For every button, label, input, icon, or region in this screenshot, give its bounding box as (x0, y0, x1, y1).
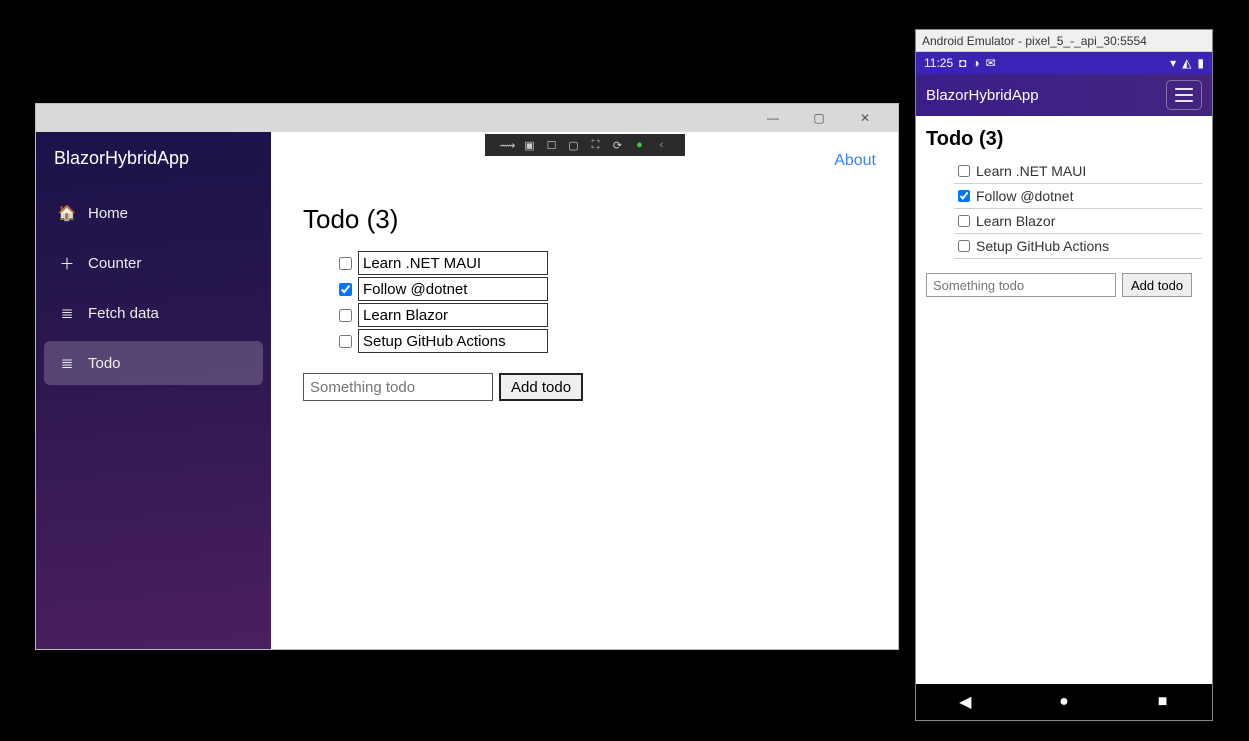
todo-row (335, 329, 898, 353)
android-back-button[interactable]: ◀ (950, 692, 980, 712)
wifi-icon: ▾ (1170, 56, 1176, 70)
app-title: BlazorHybridApp (36, 132, 271, 191)
status-time: 11:25 (924, 56, 953, 70)
about-link[interactable]: About (834, 152, 876, 169)
mobile-page-title: Todo (3) (926, 128, 1202, 151)
mobile-todo-checkbox[interactable] (958, 165, 970, 177)
todo-list (303, 251, 898, 353)
page-title: Todo (3) (303, 204, 898, 235)
android-home-button[interactable]: ● (1049, 693, 1079, 711)
sidebar-item-label: Counter (88, 255, 141, 272)
main-content-area: ⟿ ▣ ☐ ▢ ⛶ ⟳ ● ‹ About Todo (3) Add todo (271, 132, 898, 649)
mobile-todo-list: Learn .NET MAUI Follow @dotnet Learn Blazo… (926, 159, 1202, 259)
mobile-todo-checkbox[interactable] (958, 240, 970, 252)
todo-checkbox[interactable] (339, 257, 352, 270)
sidebar-item-counter[interactable]: ＋ Counter (44, 241, 263, 285)
sidebar: BlazorHybridApp 🏠 Home ＋ Counter ≣ Fetch data… (36, 132, 271, 649)
mobile-todo-checkbox[interactable] (958, 215, 970, 227)
window-maximize-button[interactable]: ▢ (796, 104, 842, 132)
mobile-todo-checkbox[interactable] (958, 190, 970, 202)
mobile-app-title: BlazorHybridApp (926, 87, 1039, 104)
mobile-todo-row: Follow @dotnet (954, 184, 1202, 209)
android-recent-button[interactable]: ■ (1148, 693, 1178, 711)
mobile-todo-label: Setup GitHub Actions (976, 238, 1109, 254)
todo-row (335, 251, 898, 275)
todo-row (335, 303, 898, 327)
window-close-button[interactable]: ✕ (842, 104, 888, 132)
sidebar-item-label: Home (88, 205, 128, 222)
mobile-add-row: Add todo (926, 273, 1202, 297)
android-status-bar: 11:25 ◘ ◑ ✉ ▾ ◭ ▮ (916, 52, 1212, 74)
dev-toolbar[interactable]: ⟿ ▣ ☐ ▢ ⛶ ⟳ ● ‹ (485, 134, 685, 156)
desktop-window: — ▢ ✕ BlazorHybridApp 🏠 Home ＋ Counter ≣ Fetc… (36, 104, 898, 649)
todo-text-input[interactable] (358, 251, 548, 275)
dev-reload-icon[interactable]: ⟳ (611, 138, 625, 152)
sidebar-item-counter-icon: ＋ (56, 253, 78, 274)
dev-screen-icon[interactable]: ☐ (545, 138, 559, 152)
signal-icon: ◭ (1182, 56, 1191, 70)
mobile-todo-row: Setup GitHub Actions (954, 234, 1202, 259)
emulator-titlebar: Android Emulator - pixel_5_-_api_30:5554 (916, 30, 1212, 52)
android-emulator-window: Android Emulator - pixel_5_-_api_30:5554… (916, 30, 1212, 720)
status-icon: ◑ (972, 56, 979, 70)
todo-text-input[interactable] (358, 303, 548, 327)
sidebar-nav: 🏠 Home ＋ Counter ≣ Fetch data ≣ Todo (36, 191, 271, 391)
sidebar-item-home-icon: 🏠 (56, 204, 78, 222)
todo-text-input[interactable] (358, 329, 548, 353)
new-todo-input[interactable] (303, 373, 493, 401)
mobile-todo-label: Follow @dotnet (976, 188, 1073, 204)
sidebar-item-fetch-data-icon: ≣ (56, 304, 78, 322)
add-todo-row: Add todo (303, 373, 898, 401)
mobile-appbar: BlazorHybridApp (916, 74, 1212, 116)
add-todo-button[interactable]: Add todo (499, 373, 583, 401)
mobile-todo-row: Learn Blazor (954, 209, 1202, 234)
todo-text-input[interactable] (358, 277, 548, 301)
dev-tool-icon[interactable]: ⟿ (501, 138, 515, 152)
dev-box-icon[interactable]: ▢ (567, 138, 581, 152)
android-nav-bar: ◀ ● ■ (916, 684, 1212, 720)
battery-icon: ▮ (1197, 56, 1204, 70)
mobile-todo-label: Learn Blazor (976, 213, 1055, 229)
dev-camera-icon[interactable]: ▣ (523, 138, 537, 152)
hamburger-menu-button[interactable] (1166, 80, 1202, 110)
window-titlebar: — ▢ ✕ (36, 104, 898, 132)
todo-row (335, 277, 898, 301)
window-minimize-button[interactable]: — (750, 104, 796, 132)
sidebar-item-home[interactable]: 🏠 Home (44, 191, 263, 235)
sidebar-item-label: Fetch data (88, 305, 159, 322)
sidebar-item-fetch-data[interactable]: ≣ Fetch data (44, 291, 263, 335)
todo-checkbox[interactable] (339, 283, 352, 296)
sidebar-item-label: Todo (88, 355, 121, 372)
mobile-content: Todo (3) Learn .NET MAUIFollow @dotnetLe… (916, 116, 1212, 684)
sidebar-item-todo-icon: ≣ (56, 354, 78, 372)
status-icon: ✉ (986, 56, 996, 70)
mobile-new-todo-input[interactable] (926, 273, 1116, 297)
dev-crop-icon[interactable]: ⛶ (589, 138, 603, 152)
mobile-todo-label: Learn .NET MAUI (976, 163, 1086, 179)
todo-checkbox[interactable] (339, 335, 352, 348)
status-icon: ◘ (959, 56, 966, 70)
mobile-add-todo-button[interactable]: Add todo (1122, 273, 1192, 297)
mobile-todo-row: Learn .NET MAUI (954, 159, 1202, 184)
sidebar-item-todo[interactable]: ≣ Todo (44, 341, 263, 385)
dev-status-ok-icon[interactable]: ● (633, 138, 647, 152)
dev-collapse-icon[interactable]: ‹ (655, 138, 669, 152)
todo-checkbox[interactable] (339, 309, 352, 322)
